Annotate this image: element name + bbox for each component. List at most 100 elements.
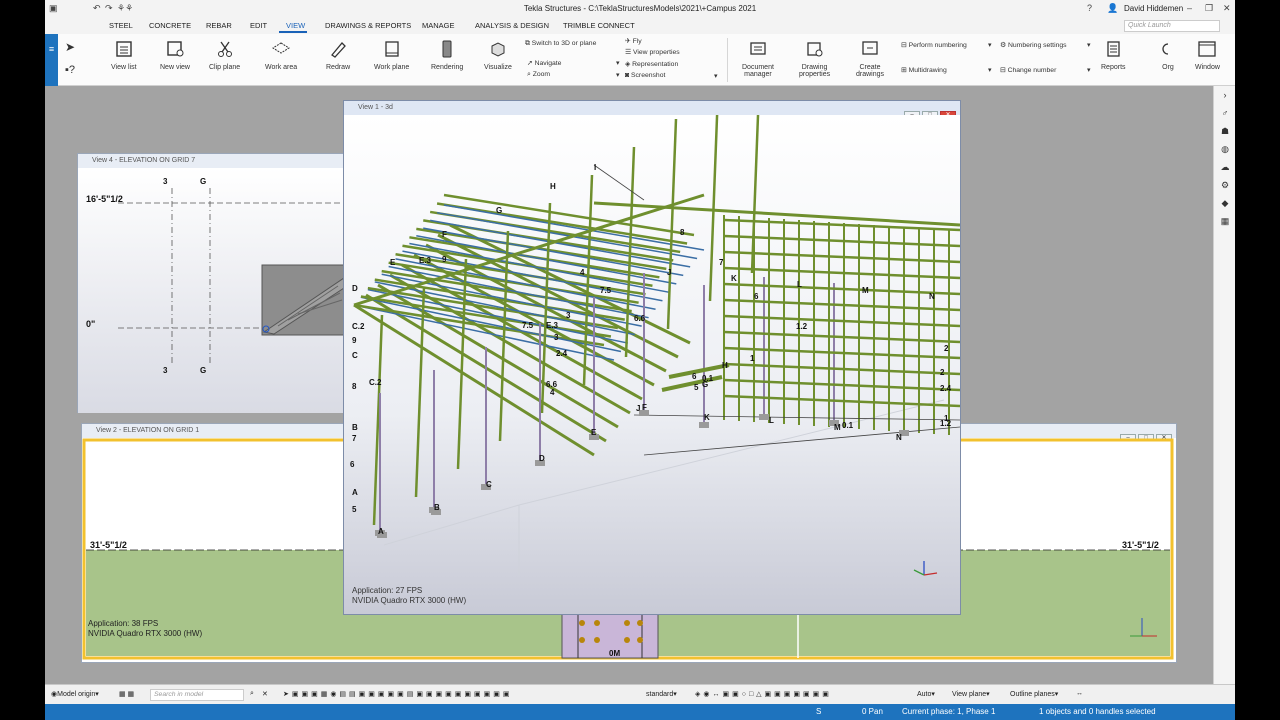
outline-planes-dropdown[interactable]: Outline planes▾	[1010, 690, 1058, 698]
view-4-canvas[interactable]: 3 G 3 G 16'-5"1/2 0"	[78, 168, 376, 413]
switch-3d-button[interactable]: ⧉ Switch to 3D or plane	[525, 40, 596, 48]
help-query-icon[interactable]: ▪?	[65, 64, 75, 76]
expand-panel-icon[interactable]: ›	[1214, 86, 1235, 104]
search-in-model-input[interactable]: Search in model	[150, 689, 244, 701]
view-plane-dropdown[interactable]: View plane▾	[952, 690, 990, 698]
representation-button[interactable]: ◈ Representation	[625, 60, 678, 68]
numbering-settings-button[interactable]: ⚙ Numbering settings	[1000, 41, 1067, 49]
menu-drawings-reports[interactable]: DRAWINGS & REPORTS	[325, 21, 411, 30]
document-manager-button[interactable]: Document manager	[742, 40, 774, 78]
grid-label: 5	[352, 505, 357, 514]
grid-label: J	[636, 404, 640, 413]
menu-analysis-design[interactable]: ANALYSIS & DESIGN	[475, 21, 549, 30]
status-phase[interactable]: Current phase: 1, Phase 1	[902, 707, 995, 716]
grid-label: 7	[719, 258, 724, 267]
view-4-window[interactable]: View 4 - ELEVATION ON GRID 7 3 G 3 G 16'…	[77, 153, 377, 413]
view-list-button[interactable]: View list	[111, 40, 137, 71]
link-icon[interactable]: ↔	[1076, 690, 1083, 697]
fly-button[interactable]: ✈ Fly	[625, 37, 642, 45]
user-icon[interactable]: 👤	[1107, 3, 1118, 14]
grid-label-3-top: 3	[163, 177, 168, 186]
visualize-icon	[491, 42, 505, 57]
new-view-icon	[167, 41, 184, 57]
view-1-fps: Application: 27 FPS	[352, 586, 422, 595]
grid-label: 7	[352, 434, 357, 443]
cube-icon[interactable]: ◆	[1214, 194, 1235, 212]
ribbon-menu-button[interactable]: ≡	[45, 34, 58, 86]
numbering-settings-dropdown-icon[interactable]: ▾	[1087, 41, 1090, 49]
window-button[interactable]: Window	[1195, 40, 1220, 71]
footing[interactable]	[759, 414, 769, 420]
globe-icon[interactable]: ◍	[1214, 140, 1235, 158]
multidrawing-button[interactable]: ⊞ Multidrawing	[901, 66, 947, 74]
snap-icons[interactable]: ▦ ▦	[119, 690, 134, 698]
multidrawing-dropdown-icon[interactable]: ▾	[988, 66, 991, 74]
grid-label: 8	[352, 382, 357, 391]
zoom-dropdown-icon[interactable]: ▾	[616, 71, 619, 79]
window-title: Tekla Structures - C:\TeklaStructuresMod…	[523, 4, 757, 13]
work-plane-button[interactable]: Work plane	[374, 40, 409, 71]
apps-icon[interactable]: ▦	[1214, 212, 1235, 230]
cloud-icon[interactable]: ☁	[1214, 158, 1235, 176]
search-icon[interactable]: ⌕	[250, 690, 254, 698]
new-view-button[interactable]: New view	[160, 40, 190, 71]
perform-numbering-dropdown-icon[interactable]: ▾	[988, 41, 991, 49]
restore-icon[interactable]: ❐	[1205, 3, 1213, 14]
user-name[interactable]: David Hiddemen	[1124, 4, 1183, 13]
change-number-button[interactable]: ⊟ Change number	[1000, 66, 1056, 74]
clip-plane-button[interactable]: Clip plane	[209, 40, 240, 71]
zoom-button[interactable]: ⌕ Zoom	[527, 71, 550, 79]
minimize-icon[interactable]: –	[1187, 3, 1192, 13]
navigate-dropdown-icon[interactable]: ▾	[616, 59, 619, 67]
create-drawings-icon	[862, 41, 878, 55]
help-icon[interactable]: ?	[1087, 3, 1092, 13]
grid-label: 2	[940, 368, 945, 377]
create-drawings-button[interactable]: Create drawings	[856, 40, 884, 78]
work-area-button[interactable]: Work area	[265, 40, 297, 71]
reports-icon	[1107, 41, 1120, 57]
select-arrow-icon[interactable]: ➤	[65, 40, 75, 54]
model-origin-dropdown[interactable]: ◉Model origin▾	[51, 690, 99, 698]
screenshot-button[interactable]: ◙ Screenshot	[625, 72, 665, 79]
grid-label: B	[352, 423, 358, 432]
menu-trimble-connect[interactable]: TRIMBLE CONNECT	[563, 21, 635, 30]
menu-manage[interactable]: MANAGE	[422, 21, 455, 30]
auto-dropdown[interactable]: Auto▾	[917, 690, 935, 698]
menu-concrete[interactable]: CONCRETE	[149, 21, 191, 30]
standard-dropdown[interactable]: standard▾	[646, 690, 677, 698]
menu-edit[interactable]: EDIT	[250, 21, 267, 30]
view-1-window[interactable]: View 1 - 3d –□✕ IHGFEE.39DC.29C8C.2B76A5…	[343, 100, 961, 615]
snap-switches[interactable]: ◈◉↔▣▣○□△▣▣▣▣▣▣▣	[695, 690, 832, 698]
perform-numbering-button[interactable]: ⊟ Perform numbering	[901, 41, 967, 49]
redraw-button[interactable]: Redraw	[326, 40, 350, 71]
quick-launch-input[interactable]: Quick Launch	[1124, 20, 1220, 32]
change-number-dropdown-icon[interactable]: ▾	[1087, 66, 1090, 74]
side-panel-bar: › ♂ ☗ ◍ ☁ ⚙ ◆ ▦	[1213, 86, 1235, 684]
properties-icon[interactable]: ♂	[1214, 104, 1235, 122]
org-button[interactable]: Org	[1158, 40, 1178, 71]
stair-model[interactable]	[261, 264, 347, 336]
drawing-properties-button[interactable]: Drawing properties	[799, 40, 830, 78]
visualize-button[interactable]: Visualize	[484, 40, 512, 71]
menu-steel[interactable]: STEEL	[109, 21, 133, 30]
clear-search-icon[interactable]: ✕	[262, 690, 268, 698]
screenshot-dropdown-icon[interactable]: ▾	[714, 72, 717, 80]
catalog-icon[interactable]: ☗	[1214, 122, 1235, 140]
rendering-button[interactable]: Rendering	[431, 40, 463, 71]
reports-button[interactable]: Reports	[1101, 40, 1126, 71]
menu-rebar[interactable]: REBAR	[206, 21, 232, 30]
selection-switches[interactable]: ➤▣▣▣▦◉▤▤▣▣▣▣▣▤▣▣▣▣▣▣▣▣▣▣	[283, 690, 512, 698]
grid-label: 2.4	[940, 384, 952, 393]
grid-label: N	[929, 292, 935, 301]
elevation-top-label: 16'-5"1/2	[86, 194, 123, 204]
grid-label: 2.4	[556, 349, 568, 358]
menu-view[interactable]: VIEW	[286, 21, 305, 30]
view-1-3d-canvas[interactable]: IHGFE E.3 9DC.29C8 C.2B76A5ABCDEFJK LM 0.1N11…	[344, 115, 960, 614]
grid-label: K	[731, 274, 737, 283]
close-icon[interactable]: ✕	[1223, 3, 1231, 14]
footing[interactable]	[699, 422, 709, 428]
view-properties-button[interactable]: ☰ View properties	[625, 48, 680, 56]
gear-icon[interactable]: ⚙	[1214, 176, 1235, 194]
navigate-button[interactable]: ➚ Navigate	[527, 59, 561, 67]
selection-toolbar: ◉Model origin▾ ▦ ▦ Search in model ⌕ ✕ ➤…	[45, 684, 1235, 704]
